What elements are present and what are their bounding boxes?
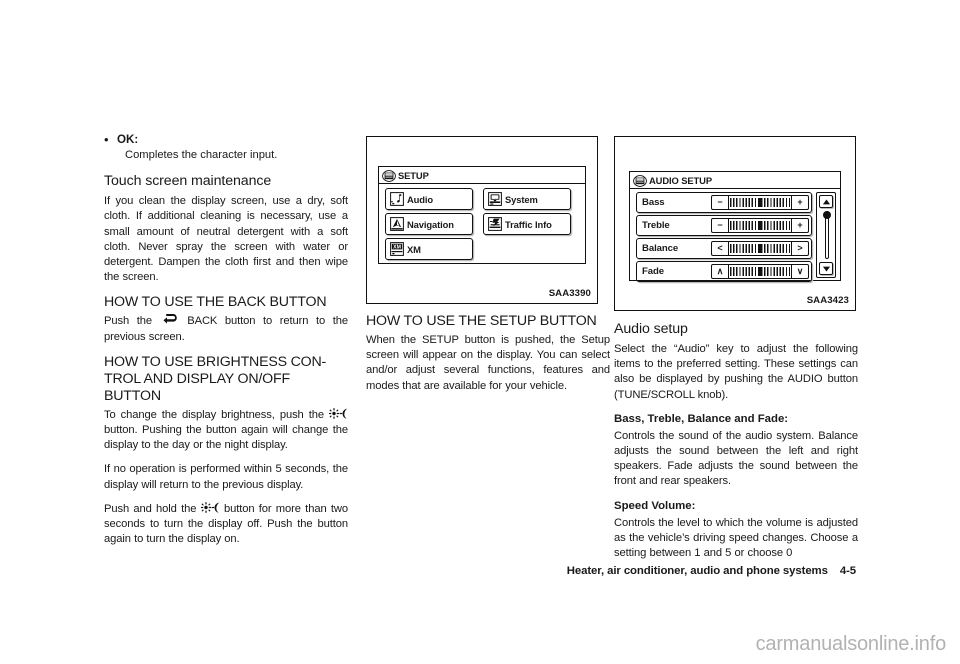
heading-brightness-control: HOW TO USE BRIGHTNESS CON- TROL AND DISP… — [104, 354, 348, 405]
bullet-dot-icon: • — [104, 132, 109, 147]
scroll-up-button[interactable] — [819, 195, 833, 208]
system-monitor-icon — [488, 192, 502, 206]
bullet-ok-description: Completes the character input. — [125, 149, 278, 161]
bullet-ok-label: OK: — [117, 133, 139, 146]
column-middle: SETUP Audio System Navigation Traffic In… — [366, 132, 610, 403]
setup-hardkey-icon — [382, 169, 396, 182]
heading-touch-screen-maintenance: Touch screen maintenance — [104, 173, 272, 190]
column-left: • OK: Completes the character input. Tou… — [104, 132, 348, 556]
heading-back-button: HOW TO USE THE BACK BUTTON — [104, 294, 327, 311]
setup-button-audio-label: Audio — [407, 193, 434, 205]
fade-front-button[interactable]: ∧ — [712, 265, 729, 278]
heading-brightness-line2: TROL AND DISPLAY ON/OFF BUTTON — [104, 370, 290, 404]
paragraph-audio-setup: Select the “Audio” key to adjust the fol… — [614, 343, 858, 401]
site-watermark: carmanualsonline.info — [755, 633, 947, 655]
heading-brightness-line1: HOW TO USE BRIGHTNESS CON- — [104, 353, 327, 370]
setup-button-traffic-info-label: Traffic Info — [505, 218, 552, 230]
audio-row-fade[interactable]: Fade ∧ ∨ — [636, 261, 812, 282]
balance-slider[interactable]: < > — [711, 241, 809, 256]
bass-slider[interactable]: − + — [711, 195, 809, 210]
setup-button-traffic-info[interactable]: Traffic Info — [483, 213, 571, 235]
heading-speed-volume: Speed Volume: — [614, 499, 696, 512]
figure-audio-setup-screen: AUDIO SETUP Bass − + Treble − + Balance … — [614, 136, 856, 311]
paragraph-speed-volume: Controls the level to which the volume i… — [614, 516, 858, 560]
setup-button-navigation-label: Navigation — [407, 218, 454, 230]
fade-slider-track[interactable] — [730, 267, 790, 276]
audio-row-bass[interactable]: Bass − + — [636, 192, 812, 213]
treble-increase-button[interactable]: + — [791, 219, 808, 232]
treble-slider-track[interactable] — [730, 221, 790, 230]
bass-increase-button[interactable]: + — [791, 196, 808, 209]
setup-menu-grid: Audio System Navigation Traffic Info XM … — [379, 184, 585, 263]
audio-row-treble[interactable]: Treble − + — [636, 215, 812, 236]
balance-left-button[interactable]: < — [712, 242, 729, 255]
column-right: AUDIO SETUP Bass − + Treble − + Balance … — [614, 132, 858, 561]
fade-slider-thumb[interactable] — [758, 267, 762, 276]
paragraph-touch-screen-maintenance: If you clean the display screen, use a d… — [104, 195, 348, 284]
footer-page-number: 4-5 — [839, 565, 856, 577]
balance-slider-thumb[interactable] — [758, 244, 762, 253]
setup-screen-title: SETUP — [398, 169, 429, 181]
paragraph-brightness-3: Push and hold the button for more than t… — [104, 502, 348, 548]
setup-button-system[interactable]: System — [483, 188, 571, 210]
setup-button-xm[interactable]: XM XM — [385, 238, 473, 260]
figure-caption-setup: SAA3390 — [548, 288, 591, 299]
setup-button-xm-label: XM — [407, 243, 421, 255]
bass-decrease-button[interactable]: − — [712, 196, 729, 209]
paragraph-setup-button: When the SETUP button is pushed, the Set… — [366, 334, 610, 392]
paragraph-bass-treble-balance-fade: Controls the sound of the audio system. … — [614, 429, 858, 488]
heading-audio-setup: Audio setup — [614, 321, 688, 337]
bass-slider-track[interactable] — [730, 198, 790, 207]
traffic-info-icon — [488, 217, 502, 231]
back-arrow-icon — [162, 314, 177, 325]
brightness-text-before-3: Push and hold the — [104, 502, 197, 515]
treble-slider-thumb[interactable] — [758, 221, 762, 230]
scrollbar-knob[interactable] — [822, 211, 831, 219]
paragraph-brightness-1: To change the display brightness, push t… — [104, 408, 348, 454]
bullet-ok: • OK: — [104, 132, 348, 147]
fade-rear-button[interactable]: ∨ — [791, 265, 808, 278]
setup-button-audio[interactable]: Audio — [385, 188, 473, 210]
heading-setup-button: HOW TO USE THE SETUP BUTTON — [366, 313, 597, 329]
audio-setup-title: AUDIO SETUP — [649, 174, 712, 186]
audio-setup-titlebar: AUDIO SETUP — [630, 172, 840, 189]
back-text-before: Push the — [104, 315, 152, 328]
manual-page: • OK: Completes the character input. Tou… — [0, 0, 960, 664]
brightness-sun-moon-icon — [200, 502, 220, 513]
audio-row-fade-label: Fade — [642, 266, 664, 277]
svg-text:XM: XM — [393, 244, 401, 250]
brightness-text-before-1: To change the display brightness, push t… — [104, 408, 324, 421]
fade-slider[interactable]: ∧ ∨ — [711, 264, 809, 279]
bass-slider-thumb[interactable] — [758, 198, 762, 207]
audio-setup-rows: Bass − + Treble − + Balance < > Fade ∧ ∨ — [630, 189, 840, 282]
page-footer: Heater, air conditioner, audio and phone… — [567, 565, 856, 577]
navigation-arrow-icon — [390, 217, 404, 231]
brightness-sun-moon-icon — [329, 408, 348, 419]
paragraph-brightness-2: If no operation is performed within 5 se… — [104, 463, 348, 491]
setup-button-system-label: System — [505, 193, 538, 205]
audio-setup-screen: AUDIO SETUP Bass − + Treble − + Balance … — [629, 171, 841, 282]
balance-slider-track[interactable] — [730, 244, 790, 253]
audio-row-balance[interactable]: Balance < > — [636, 238, 812, 259]
audio-setup-scrollbar[interactable] — [816, 192, 836, 278]
xm-icon: XM — [390, 242, 404, 256]
audio-row-treble-label: Treble — [642, 220, 670, 231]
figure-caption-audio-setup: SAA3423 — [806, 295, 849, 306]
footer-section-title: Heater, air conditioner, audio and phone… — [566, 565, 828, 577]
setup-button-navigation[interactable]: Navigation — [385, 213, 473, 235]
figure-setup-screen: SETUP Audio System Navigation Traffic In… — [366, 136, 598, 304]
treble-slider[interactable]: − + — [711, 218, 809, 233]
audio-row-balance-label: Balance — [642, 243, 679, 254]
treble-decrease-button[interactable]: − — [712, 219, 729, 232]
scroll-down-button[interactable] — [819, 262, 833, 275]
paragraph-back-button: Push the BACK button to return to the pr… — [104, 314, 348, 344]
audio-row-bass-label: Bass — [642, 197, 665, 208]
setup-screen-titlebar: SETUP — [379, 167, 585, 184]
setup-screen: SETUP Audio System Navigation Traffic In… — [378, 166, 586, 264]
brightness-text-after-1: button. Pushing the button again will ch… — [104, 424, 348, 452]
balance-right-button[interactable]: > — [791, 242, 808, 255]
heading-bass-treble-balance-fade: Bass, Treble, Balance and Fade: — [614, 412, 789, 425]
audio-note-icon — [390, 192, 404, 206]
setup-hardkey-icon — [633, 174, 647, 187]
